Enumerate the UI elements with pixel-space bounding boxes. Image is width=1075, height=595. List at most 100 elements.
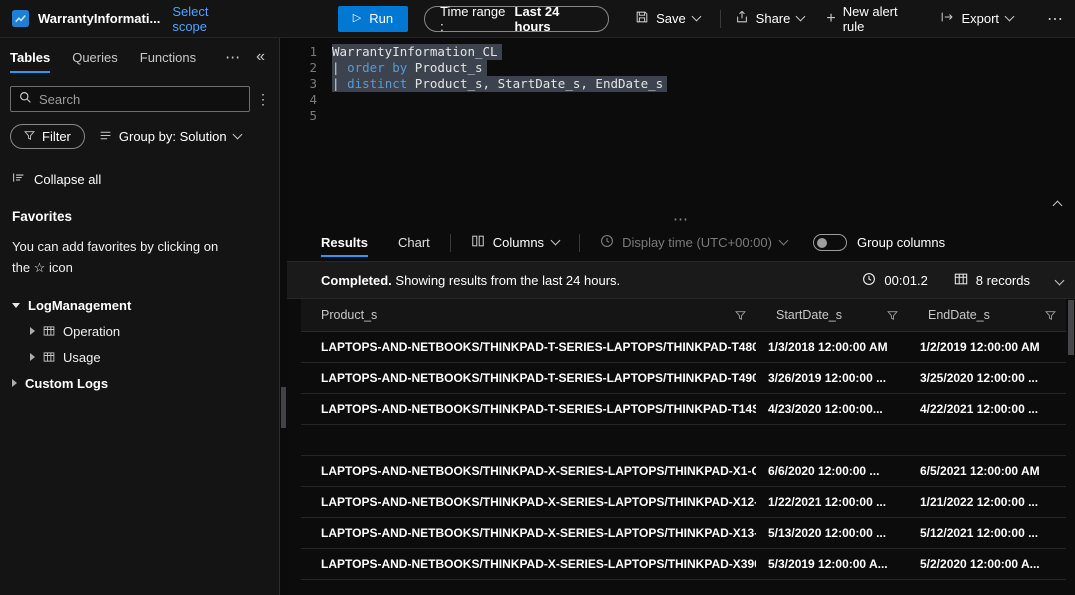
record-count: 8 records <box>975 272 1030 288</box>
collapse-all-button[interactable]: Collapse all <box>0 171 279 187</box>
sidebar-more-icon[interactable]: ⋯ <box>225 48 240 66</box>
sidebar-tab-functions[interactable]: Functions <box>140 38 196 76</box>
query-editor[interactable]: 1 WarrantyInformation_CL 2 | order by Produ… <box>287 38 1075 215</box>
results-table-header: Product_s StartDate_s EndDate_s <box>301 299 1066 332</box>
run-button[interactable]: ▷ Run <box>337 5 409 32</box>
group-columns-toggle[interactable] <box>812 234 847 251</box>
sidebar-tab-list: Tables Queries Functions <box>10 38 196 76</box>
chevron-down-icon <box>550 235 561 246</box>
column-header-startdate-s[interactable]: StartDate_s <box>756 299 908 331</box>
sidebar-tab-queries[interactable]: Queries <box>72 38 118 76</box>
body-row: Tables Queries Functions ⋯ « ⋮ <box>0 38 1075 595</box>
table-row[interactable]: LAPTOPS-AND-NETBOOKS/THINKPAD-X-SERIES-L… <box>301 456 1066 487</box>
export-button[interactable]: Export <box>940 10 1015 27</box>
collapse-all-label: Collapse all <box>34 171 102 187</box>
favorites-hint-line1: You can add favorites by clicking on <box>12 239 219 254</box>
table-row[interactable] <box>301 425 1066 456</box>
results-tab-results[interactable]: Results <box>321 224 368 261</box>
caret-right-icon <box>30 327 35 335</box>
search-input[interactable] <box>39 91 241 107</box>
export-button-label: Export <box>961 11 1000 26</box>
cell-date: 3/25/2020 12:00:00 ... <box>920 371 1039 385</box>
table-row[interactable]: LAPTOPS-AND-NETBOOKS/THINKPAD-X-SERIES-L… <box>301 487 1066 518</box>
more-commands-icon[interactable]: ⋯ <box>1047 9 1063 29</box>
sidebar-scrollbar[interactable] <box>280 38 287 595</box>
tree-item-label: Usage <box>63 349 101 365</box>
display-time-label: Display time (UTC+00:00) <box>622 235 772 250</box>
group-by-dropdown[interactable]: Group by: Solution <box>99 129 243 145</box>
filter-funnel-icon[interactable] <box>1045 310 1056 321</box>
column-header-product-s[interactable]: Product_s <box>301 299 756 331</box>
results-tab-chart[interactable]: Chart <box>398 224 430 261</box>
filter-funnel-icon[interactable] <box>735 310 746 321</box>
filter-button-label: Filter <box>42 129 71 144</box>
table-row[interactable]: LAPTOPS-AND-NETBOOKS/THINKPAD-T-SERIES-L… <box>301 363 1066 394</box>
save-button[interactable]: Save <box>635 10 702 27</box>
cell-product: LAPTOPS-AND-NETBOOKS/THINKPAD-T-SERIES-L… <box>321 371 756 385</box>
save-icon <box>635 10 649 27</box>
columns-icon <box>471 234 485 251</box>
columns-dropdown[interactable]: Columns <box>471 234 561 251</box>
cell-date: 5/12/2021 12:00:00 ... <box>920 526 1039 540</box>
code-line-content: | order by Product_s <box>332 60 487 76</box>
search-row: ⋮ <box>0 86 279 112</box>
cell-date: 1/21/2022 12:00:00 ... <box>920 495 1039 509</box>
status-detail: Showing results from the last 24 hours. <box>391 272 621 288</box>
results-toolbar: Results Chart Columns Display time (UTC+… <box>287 224 1075 261</box>
results-scrollbar-thumb[interactable] <box>1068 300 1074 355</box>
status-message: Completed. Showing results from the last… <box>321 273 620 288</box>
table-row[interactable]: LAPTOPS-AND-NETBOOKS/THINKPAD-T-SERIES-L… <box>301 394 1066 425</box>
code-line: 5 <box>287 108 1075 124</box>
group-columns-toggle-group: Group columns <box>812 234 946 251</box>
select-scope-link[interactable]: Select scope <box>172 4 241 34</box>
sidebar: Tables Queries Functions ⋯ « ⋮ <box>0 38 280 595</box>
tree-item-operation[interactable]: Operation <box>0 318 279 344</box>
share-button[interactable]: Share <box>735 10 806 27</box>
toggle-knob <box>816 237 827 248</box>
toolbar-divider <box>449 233 451 252</box>
code-lines: 1 WarrantyInformation_CL 2 | order by Produ… <box>287 44 1075 124</box>
splitter-handle[interactable]: ⋯ <box>287 211 1075 228</box>
splitter-dots-icon: ⋯ <box>673 211 689 228</box>
status-right: 00:01.2 8 records <box>862 272 1065 289</box>
columns-label: Columns <box>492 235 545 250</box>
time-range-value: Last 24 hours <box>514 3 560 34</box>
cell-date: 4/22/2021 12:00:00 ... <box>920 402 1039 416</box>
table-tree: LogManagement Operation Usage Custom Logs <box>0 292 279 396</box>
table-row[interactable]: LAPTOPS-AND-NETBOOKS/THINKPAD-T-SERIES-L… <box>301 332 1066 363</box>
scrollbar-thumb[interactable] <box>281 387 286 428</box>
display-time-dropdown[interactable]: Display time (UTC+00:00) <box>600 234 789 251</box>
cell-date: 1/3/2018 12:00:00 AM <box>768 340 888 354</box>
time-range-picker[interactable]: Time range : Last 24 hours <box>424 3 610 34</box>
filter-button[interactable]: Filter <box>10 124 85 149</box>
table-row[interactable]: LAPTOPS-AND-NETBOOKS/THINKPAD-X-SERIES-L… <box>301 549 1066 580</box>
records-grid-icon <box>954 272 968 289</box>
cell-product: LAPTOPS-AND-NETBOOKS/THINKPAD-T-SERIES-L… <box>321 340 756 354</box>
cell-date: 3/26/2019 12:00:00 ... <box>768 371 887 385</box>
filter-funnel-icon[interactable] <box>887 310 898 321</box>
sidebar-tab-tables[interactable]: Tables <box>10 38 51 76</box>
save-button-label: Save <box>656 11 686 26</box>
sidebar-collapse-icon[interactable]: « <box>256 48 265 66</box>
toolbar-divider <box>719 9 721 28</box>
search-box[interactable] <box>10 86 250 112</box>
cell-date: 6/5/2021 12:00:00 AM <box>920 464 1040 478</box>
table-row[interactable]: LAPTOPS-AND-NETBOOKS/THINKPAD-X-SERIES-L… <box>301 518 1066 549</box>
group-columns-label: Group columns <box>856 235 946 250</box>
editor-collapse-chevron[interactable] <box>1052 200 1063 211</box>
elapsed-time: 00:01.2 <box>884 272 928 288</box>
chevron-down-icon <box>232 129 243 140</box>
expand-results-chevron[interactable] <box>1054 275 1065 285</box>
tree-group-logmanagement[interactable]: LogManagement <box>0 292 279 318</box>
kebab-menu-icon[interactable]: ⋮ <box>255 91 271 108</box>
run-button-label: Run <box>369 11 394 26</box>
new-alert-rule-button[interactable]: + New alert rule <box>826 4 916 34</box>
cell-date: 1/2/2019 12:00:00 AM <box>920 340 1040 354</box>
app-root: WarrantyInformati... Select scope ▷ Run … <box>0 0 1075 595</box>
column-header-enddate-s[interactable]: EndDate_s <box>908 299 1066 331</box>
tree-group-custom-logs[interactable]: Custom Logs <box>0 370 279 396</box>
tree-item-usage[interactable]: Usage <box>0 344 279 370</box>
cell-date: 6/6/2020 12:00:00 ... <box>768 464 880 478</box>
table-icon <box>43 351 55 363</box>
chevron-down-icon <box>1004 11 1015 22</box>
